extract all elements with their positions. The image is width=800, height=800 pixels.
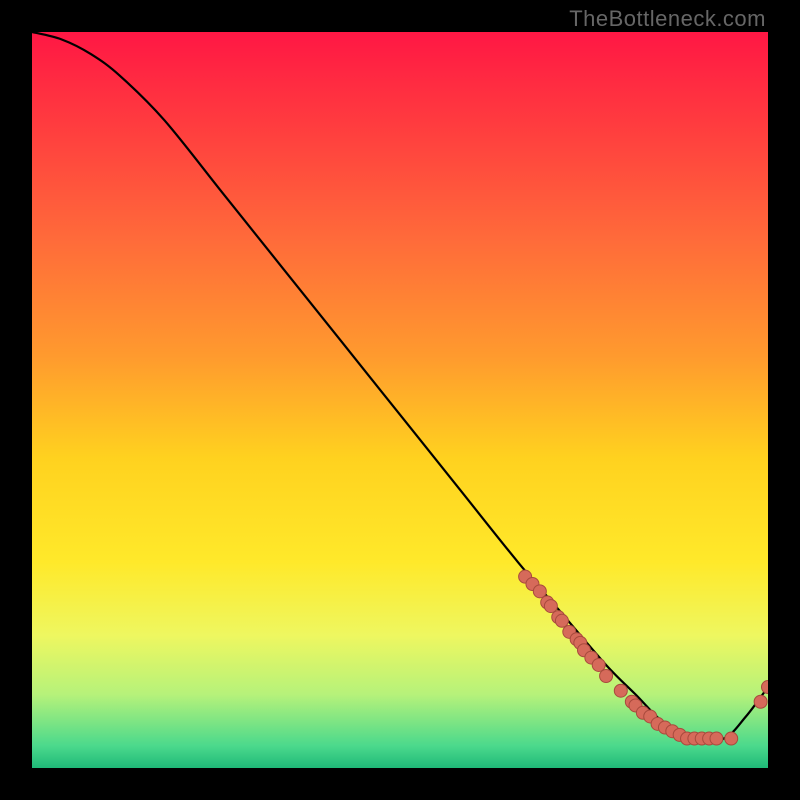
sample-point <box>754 695 767 708</box>
watermark-text: TheBottleneck.com <box>569 6 766 32</box>
sample-point <box>592 658 605 671</box>
sample-point <box>555 614 568 627</box>
sample-point <box>533 585 546 598</box>
gradient-background <box>32 32 768 768</box>
plot-area <box>32 32 768 768</box>
sample-point <box>710 732 723 745</box>
plot-svg <box>32 32 768 768</box>
chart-stage: TheBottleneck.com <box>0 0 800 800</box>
sample-point <box>725 732 738 745</box>
sample-point <box>544 600 557 613</box>
sample-point <box>600 670 613 683</box>
sample-point <box>614 684 627 697</box>
